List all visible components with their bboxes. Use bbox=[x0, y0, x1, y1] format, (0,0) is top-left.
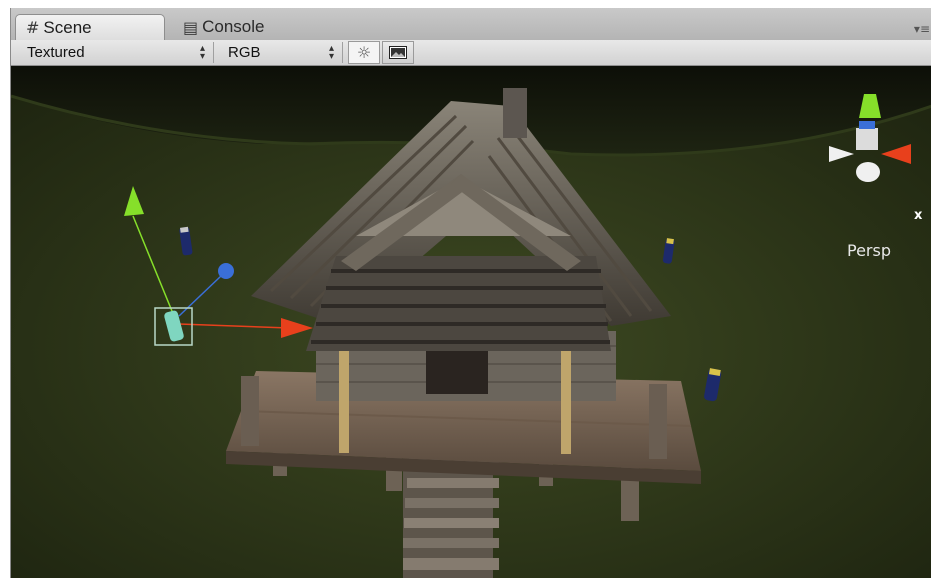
render-mode-dropdown[interactable]: Textured ▴ ▾ bbox=[19, 42, 214, 63]
chimney bbox=[503, 88, 527, 138]
tab-console-label: Console bbox=[202, 17, 265, 36]
gizmo-x-label: x bbox=[914, 208, 923, 223]
panel-menu-icon[interactable]: ▾≡ bbox=[914, 22, 930, 36]
house-window bbox=[426, 346, 488, 394]
image-icon bbox=[389, 46, 407, 59]
tab-scene-label: Scene bbox=[43, 17, 92, 37]
gizmo-z-cone[interactable] bbox=[859, 121, 875, 129]
gizmo-center-cube[interactable] bbox=[856, 128, 878, 150]
porch-post bbox=[561, 346, 571, 454]
color-mode-value: RGB bbox=[228, 44, 261, 61]
gizmo-neg-y-cone[interactable] bbox=[856, 162, 880, 182]
tab-console[interactable]: ▤ Console bbox=[173, 14, 313, 40]
scene-viewport[interactable]: x Persp bbox=[11, 66, 931, 578]
render-mode-value: Textured bbox=[27, 44, 85, 61]
scene-effects-toggle-button[interactable] bbox=[382, 41, 414, 64]
grid-icon: # bbox=[26, 18, 40, 37]
console-icon: ▤ bbox=[183, 17, 199, 37]
tab-bar: # Scene ▤ Console ▾≡ bbox=[11, 8, 931, 40]
scene-panel: # Scene ▤ Console ▾≡ Textured ▴ ▾ RGB ▴ ▾ … bbox=[10, 8, 931, 578]
porch-post bbox=[339, 341, 349, 453]
sun-icon: ☼ bbox=[356, 43, 372, 62]
lighting-toggle-button[interactable]: ☼ bbox=[348, 41, 380, 64]
scene-toolbar: Textured ▴ ▾ RGB ▴ ▾ ☼ bbox=[11, 40, 931, 66]
z-axis-handle[interactable] bbox=[218, 263, 234, 279]
color-mode-dropdown[interactable]: RGB ▴ ▾ bbox=[220, 42, 343, 63]
dropdown-arrows-icon: ▴ ▾ bbox=[199, 42, 205, 62]
scene-render bbox=[11, 66, 931, 578]
dropdown-arrows-icon: ▴ ▾ bbox=[328, 42, 334, 62]
unity-editor-window: # Scene ▤ Console ▾≡ Textured ▴ ▾ RGB ▴ ▾ … bbox=[0, 0, 931, 578]
tab-scene[interactable]: # Scene bbox=[15, 14, 165, 40]
projection-label[interactable]: Persp bbox=[847, 241, 891, 260]
